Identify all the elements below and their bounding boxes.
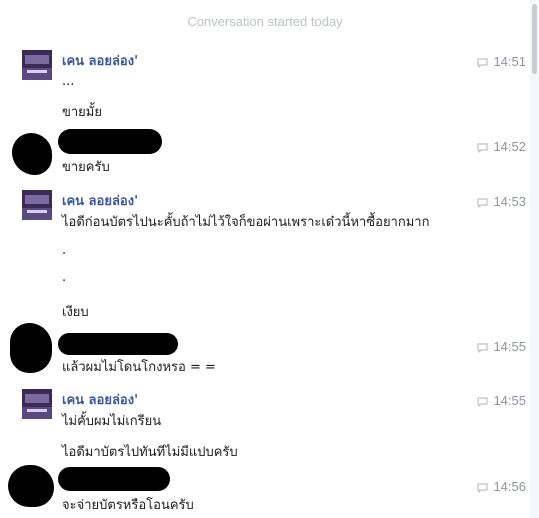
- timestamp: 14:52: [493, 139, 526, 154]
- redacted-avatar: [12, 133, 52, 175]
- message-text: ไอดีก่อนบัตรไปนะคั้บถ้าไม่ไว้ใจก็ขอผ่านเ…: [62, 215, 430, 230]
- message-text: เงียบ: [62, 305, 89, 320]
- speech-bubble-icon: [477, 483, 489, 493]
- avatar[interactable]: [22, 190, 52, 220]
- message-text: ไอดีมาบัตรไปทันทีไม่มีแปบครับ: [62, 445, 238, 460]
- timestamp: 14:51: [493, 54, 526, 69]
- message-text: .: [62, 243, 67, 258]
- message-text: ...: [62, 74, 75, 89]
- message-text: ขายมั้ย: [62, 105, 102, 120]
- sender-name[interactable]: เคน ลอยล่อง': [62, 50, 138, 71]
- redacted-sender-name: [58, 129, 162, 154]
- message-text: จะจ่ายบัตรหรือโอนครับ: [62, 498, 194, 513]
- avatar[interactable]: [22, 50, 52, 80]
- avatar[interactable]: [22, 389, 52, 419]
- timestamp: 14:56: [493, 479, 526, 494]
- redacted-avatar: [8, 465, 54, 507]
- speech-bubble-icon: [477, 343, 489, 353]
- message-meta: 14:55: [466, 336, 526, 354]
- sender-name[interactable]: เคน ลอยล่อง': [62, 190, 138, 211]
- sender-name[interactable]: เคน ลอยล่อง': [62, 389, 138, 410]
- scrollbar-thumb[interactable]: [532, 4, 537, 74]
- message-meta: 14:55: [466, 390, 526, 408]
- message-meta: 14:51: [466, 51, 526, 69]
- speech-bubble-icon: [477, 397, 489, 407]
- message-meta: 14:56: [466, 476, 526, 494]
- speech-bubble-icon: [477, 198, 489, 208]
- message-text: แล้วผมไม่โดนโกงหรอ = =: [62, 360, 216, 375]
- speech-bubble-icon: [477, 143, 489, 153]
- message-text: .: [62, 270, 67, 285]
- avatar-image: [22, 190, 52, 220]
- conversation-started-banner: Conversation started today: [187, 14, 343, 29]
- scrollbar[interactable]: [530, 0, 539, 518]
- timestamp: 14:55: [493, 339, 526, 354]
- timestamp: 14:53: [493, 194, 526, 209]
- message-meta: 14:52: [466, 136, 526, 154]
- message-text: ขายครับ: [62, 160, 110, 175]
- redacted-avatar: [10, 323, 52, 373]
- message-meta: 14:53: [466, 191, 526, 209]
- redacted-sender-name: [58, 467, 170, 491]
- redacted-sender-name: [58, 333, 178, 355]
- message-text: ไม่คั้บผมไม่เกรียน: [62, 414, 162, 429]
- avatar-image: [22, 389, 52, 419]
- avatar-image: [22, 50, 52, 80]
- speech-bubble-icon: [477, 58, 489, 68]
- timestamp: 14:55: [493, 393, 526, 408]
